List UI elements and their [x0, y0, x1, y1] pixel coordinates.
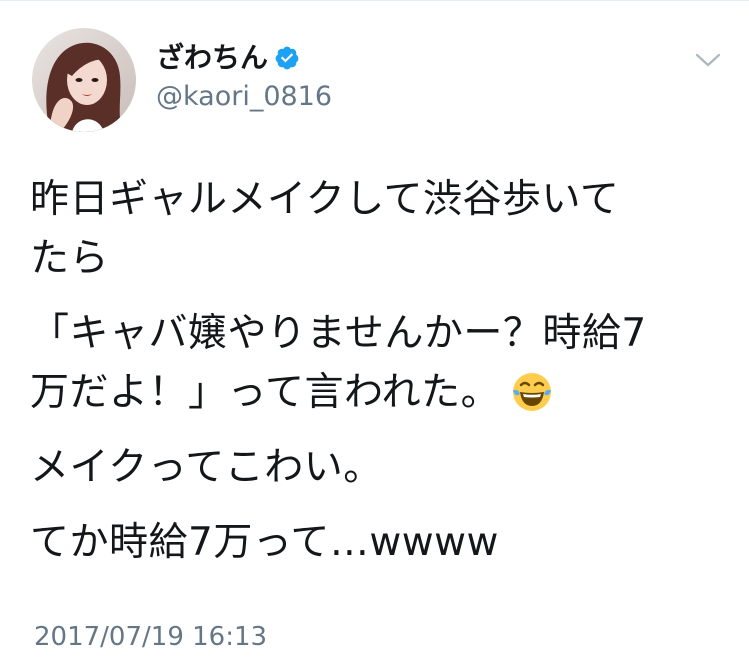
- tweet-line: 昨日ギャルメイクして渋谷歩いて: [30, 177, 620, 222]
- avatar-photo: [32, 28, 136, 132]
- tweet-line: たら: [30, 236, 110, 281]
- tweet-line: 「キャバ嬢やりませんかー？時給7: [30, 311, 647, 356]
- tweet-line: メイクってこわい。: [30, 445, 383, 490]
- tweet-text: 昨日ギャルメイクして渋谷歩いて たら 「キャバ嬢やりませんかー？時給7 万だよ！」っ…: [30, 170, 720, 572]
- tweet-paragraph: 昨日ギャルメイクして渋谷歩いて たら: [30, 170, 720, 288]
- face-with-tears-of-joy-icon: [513, 373, 552, 411]
- display-name[interactable]: ざわちん: [156, 40, 268, 76]
- tweet-paragraph: メイクってこわい。: [30, 438, 720, 497]
- tweet-line: 万だよ！」って言われた。: [30, 370, 501, 415]
- tweet-paragraph: てか時給7万って…wwww: [30, 513, 720, 572]
- avatar[interactable]: [32, 28, 136, 132]
- tweet-line: てか時給7万って…wwww: [30, 520, 499, 565]
- tweet-timestamp[interactable]: 2017/07/19 16:13: [34, 622, 267, 652]
- verified-badge-icon: [275, 46, 299, 70]
- chevron-down-icon[interactable]: [694, 50, 722, 70]
- tweet-paragraph: 「キャバ嬢やりませんかー？時給7 万だよ！」って言われた。: [30, 304, 720, 422]
- author-name-row[interactable]: ざわちん: [156, 40, 300, 76]
- author-handle[interactable]: @kaori_0816: [156, 80, 332, 114]
- top-divider: [0, 0, 749, 1]
